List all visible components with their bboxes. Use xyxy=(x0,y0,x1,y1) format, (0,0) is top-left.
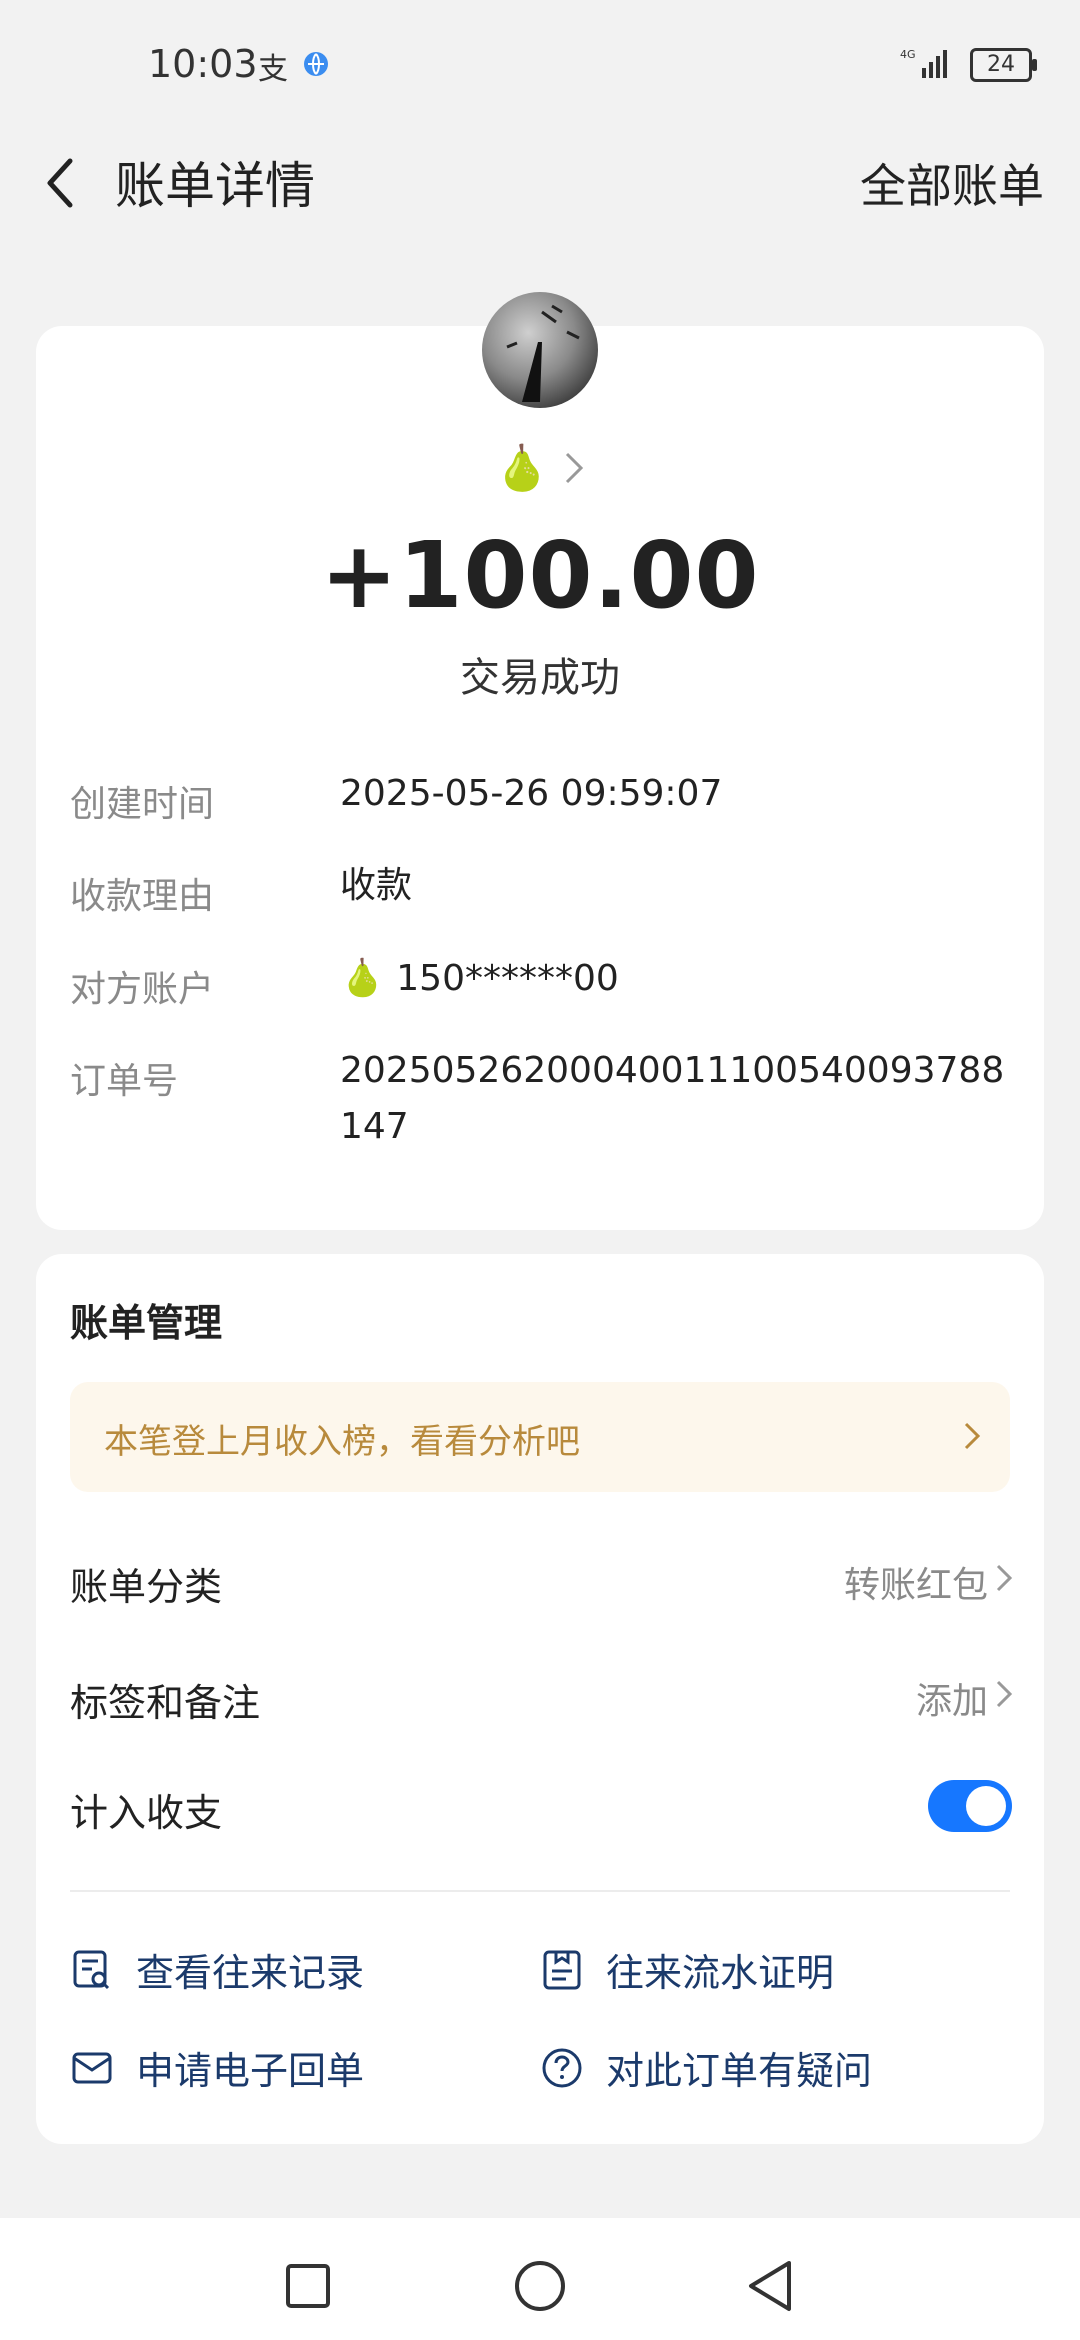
battery-icon: 24 xyxy=(970,48,1037,82)
statement-icon xyxy=(540,1948,584,1992)
back-button[interactable] xyxy=(30,148,90,218)
detail-value-order[interactable]: 20250526200040011100540093788147 xyxy=(340,1043,1020,1155)
divider xyxy=(70,1890,1010,1892)
status-time: 10:03 xyxy=(148,42,258,86)
circle-icon xyxy=(515,2261,565,2311)
recents-button[interactable] xyxy=(268,2246,348,2326)
status-bar: 10:03 支 4G 24 xyxy=(0,0,1080,130)
record-search-icon xyxy=(70,1948,114,1992)
chevron-right-icon[interactable] xyxy=(994,1676,1014,1712)
transaction-status: 交易成功 xyxy=(460,655,620,701)
signal-icon: 4G xyxy=(900,46,956,84)
chevron-right-icon xyxy=(566,452,584,484)
detail-label-order: 订单号 xyxy=(70,1061,179,1102)
income-rank-banner[interactable]: 本笔登上月收入榜，看看分析吧 xyxy=(70,1382,1010,1492)
back-arrow-icon xyxy=(47,158,73,208)
order-question-button[interactable]: 对此订单有疑问 xyxy=(540,2040,872,2095)
tags-label: 标签和备注 xyxy=(70,1681,261,1725)
page-title: 账单详情 xyxy=(115,157,315,215)
detail-value-created: 2025-05-26 09:59:07 xyxy=(340,773,723,814)
detail-label-reason: 收款理由 xyxy=(70,876,215,917)
promo-text: 本笔登上月收入榜，看看分析吧 xyxy=(104,1422,580,1462)
nav-back-button[interactable] xyxy=(730,2246,810,2326)
count-in-stats-label: 计入收支 xyxy=(70,1791,223,1835)
toggle-knob xyxy=(966,1786,1006,1826)
status-icons-left: 支 xyxy=(258,44,330,88)
detail-value-account: 🍐 150******00 xyxy=(340,958,619,999)
amount: +100.00 xyxy=(320,522,760,629)
square-icon xyxy=(286,2264,330,2308)
action-label: 查看往来记录 xyxy=(136,1951,365,1995)
chevron-right-icon[interactable] xyxy=(994,1560,1014,1596)
pear-icon: 🍐 xyxy=(494,443,550,494)
all-bills-link[interactable]: 全部账单 xyxy=(860,150,1044,216)
action-label: 申请电子回单 xyxy=(136,2049,365,2093)
system-nav-bar xyxy=(0,2218,1080,2340)
detail-label-account: 对方账户 xyxy=(70,969,215,1010)
header: 账单详情 全部账单 xyxy=(0,130,1080,230)
alipay-notify-icon: 支 xyxy=(258,52,288,87)
avatar[interactable] xyxy=(482,292,598,408)
category-label: 账单分类 xyxy=(70,1565,223,1609)
detail-value-reason: 收款 xyxy=(340,865,413,906)
action-label: 对此订单有疑问 xyxy=(606,2049,873,2093)
count-in-stats-toggle[interactable] xyxy=(928,1780,1012,1832)
payer-name-row[interactable]: 🍐 xyxy=(0,442,1080,494)
mail-icon xyxy=(70,2046,114,2090)
action-label: 往来流水证明 xyxy=(606,1951,835,1995)
status-icons-right: 4G 24 xyxy=(900,46,1037,84)
browser-notify-icon xyxy=(302,50,330,82)
e-receipt-button[interactable]: 申请电子回单 xyxy=(70,2040,364,2095)
view-history-button[interactable]: 查看往来记录 xyxy=(70,1942,364,1997)
triangle-back-icon xyxy=(749,2261,791,2311)
tags-value[interactable]: 添加 xyxy=(916,1672,988,1724)
chevron-right-icon xyxy=(964,1422,981,1450)
statement-proof-button[interactable]: 往来流水证明 xyxy=(540,1942,834,1997)
svg-text:4G: 4G xyxy=(900,48,916,61)
section-title: 账单管理 xyxy=(70,1301,223,1345)
detail-label-created: 创建时间 xyxy=(70,784,215,825)
category-value[interactable]: 转账红包 xyxy=(844,1556,988,1608)
home-button[interactable] xyxy=(500,2246,580,2326)
question-icon xyxy=(540,2046,584,2090)
